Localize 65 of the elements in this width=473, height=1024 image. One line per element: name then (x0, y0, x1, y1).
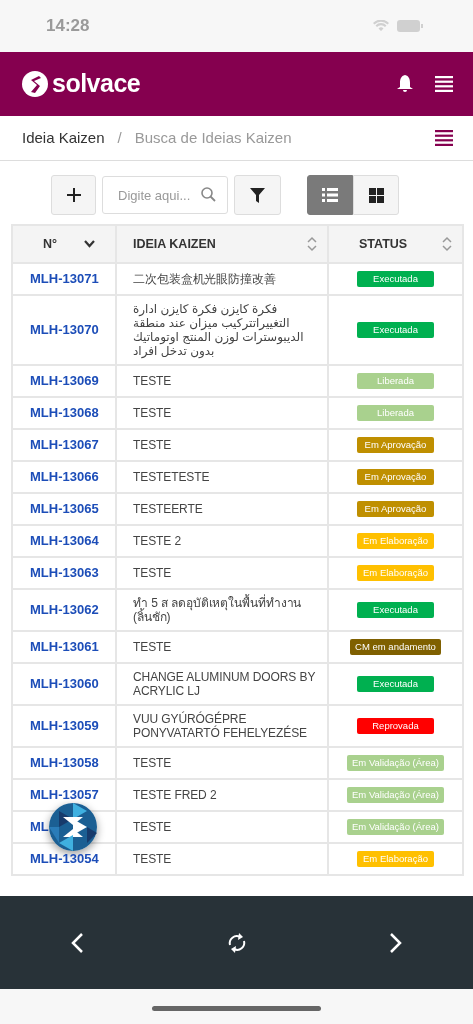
column-header[interactable]: IDEIA KAIZEN (133, 237, 216, 251)
status-tag: Em Validação (Área) (347, 755, 444, 771)
table-cell: VUU GYÚRÓGÉPRE PONYVATARTÓ FEHELYEZÉSE (116, 705, 328, 747)
table-cell: TESTE (116, 397, 328, 429)
table-cell: TESTE (116, 429, 328, 461)
table-cell: CHANGE ALUMINUM DOORS BY ACRYLIC LJ (116, 663, 328, 705)
chevron-down-icon[interactable] (84, 240, 95, 248)
sort-icon[interactable] (442, 236, 452, 252)
status-tag: Em Elaboração (357, 851, 434, 867)
menu-icon[interactable] (435, 76, 453, 92)
table-cell: TESTE (116, 811, 328, 843)
menu-icon[interactable] (435, 130, 453, 146)
table-cell: 二次包装盒机光眼防撞改善 (116, 263, 328, 295)
status-tag: Executada (357, 322, 434, 338)
column-header[interactable]: N° (43, 237, 58, 251)
list-icon (322, 188, 338, 202)
status-tag: Em Elaboração (357, 565, 434, 581)
status-tag: CM em andamento (350, 639, 441, 655)
status-tag: Em Aprovação (357, 437, 434, 453)
battery-icon (397, 20, 423, 32)
column-header[interactable]: STATUS (359, 237, 408, 251)
status-tag: Em Validação (Área) (347, 819, 444, 835)
table-cell: TESTE (116, 747, 328, 779)
table-cell: TESTE (116, 365, 328, 397)
status-tag: Executada (357, 602, 434, 618)
table-cell: TESTE (116, 843, 328, 875)
idea-id-link[interactable]: ML (30, 819, 49, 834)
list-view-button[interactable] (307, 175, 353, 215)
breadcrumb-separator: / (117, 127, 122, 148)
logo-icon (22, 71, 48, 97)
plus-icon (66, 188, 81, 202)
table-cell: فكرة كايزن فكرة كايزن ادارة التغييراتتركيب ميزان عند منطقة الديبوسترات لوزن المنتج اوتوماتيك بدون تدخل افراد (116, 295, 328, 365)
idea-id-link[interactable]: MLH-13070 (30, 322, 99, 337)
status-tag: Em Elaboração (357, 533, 434, 549)
table-cell: TESTE (116, 631, 328, 663)
status-tag: Executada (357, 676, 434, 692)
status-tag: Liberada (357, 405, 434, 421)
back-icon[interactable] (70, 931, 84, 954)
status-tag: Reprovada (357, 718, 434, 734)
bell-icon[interactable] (397, 75, 413, 93)
status-tag: Em Validação (Área) (347, 787, 444, 803)
table-cell: TESTEERTE (116, 493, 328, 525)
wifi-icon (373, 20, 389, 32)
logo-text: solvace (52, 68, 141, 100)
filter-icon (250, 187, 265, 203)
forward-icon[interactable] (389, 931, 403, 954)
floating-action-button[interactable] (49, 803, 97, 851)
search-field[interactable]: Digite aqui... (102, 176, 228, 214)
status-tag: Em Aprovação (357, 501, 434, 517)
table-cell: TESTE FRED 2 (116, 779, 328, 811)
table-cell: TESTE 2 (116, 525, 328, 557)
status-tag: Liberada (357, 373, 434, 389)
grid-icon (368, 187, 384, 203)
status-time: 14:28 (46, 15, 90, 38)
add-button[interactable] (51, 175, 96, 215)
breadcrumb-link[interactable]: Ideia Kaizen (22, 126, 105, 150)
table-cell: TESTETESTE (116, 461, 328, 493)
status-tag: Executada (357, 271, 434, 287)
table-cell: ทำ 5 ส ลดอุบัติเหตุในพื้นที่ทำงาน (ลิ้นชัก) (116, 589, 328, 631)
filter-button[interactable] (234, 175, 281, 215)
table-cell: TESTE (116, 557, 328, 589)
search-icon (201, 187, 216, 202)
sort-icon[interactable] (307, 236, 317, 252)
status-tag: Em Aprovação (357, 469, 434, 485)
grid-view-button[interactable] (353, 175, 399, 215)
